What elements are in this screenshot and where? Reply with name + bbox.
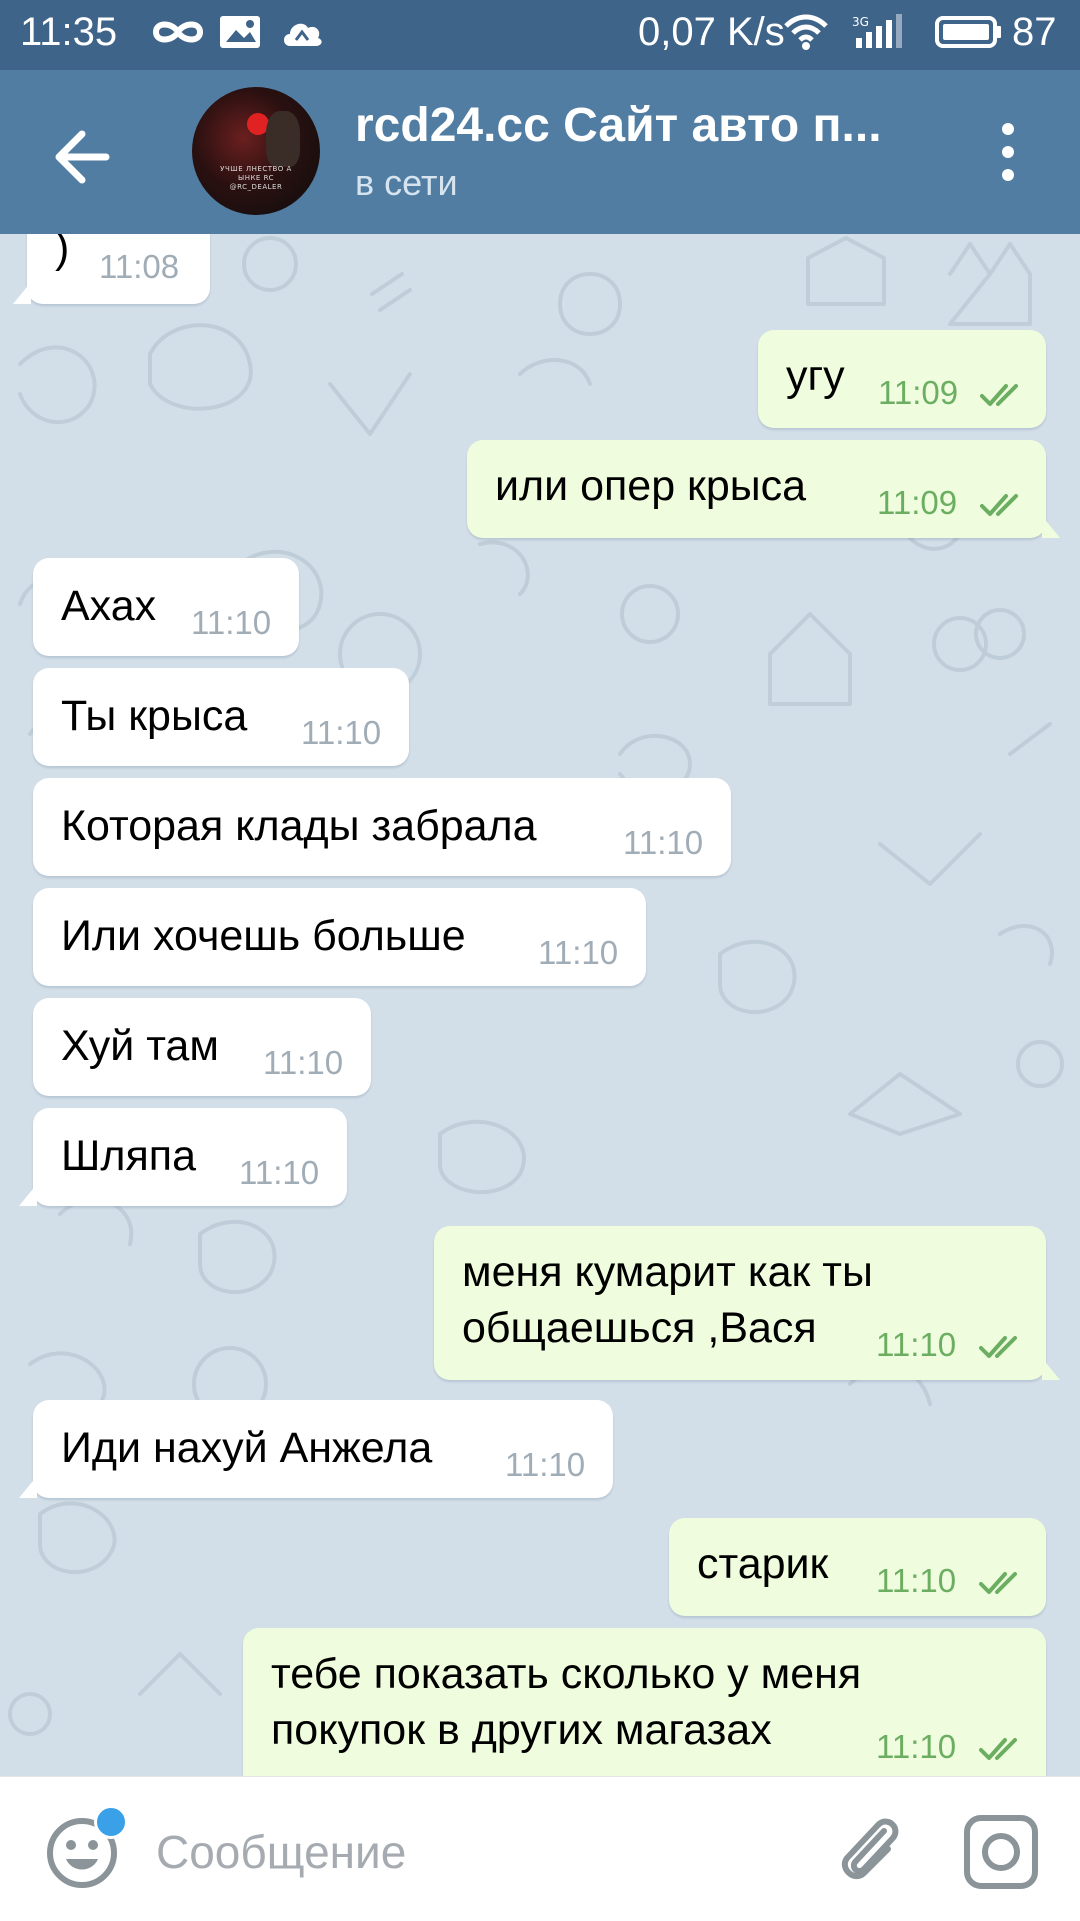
status-bar: 11:35 0,07 K/s 3G 87: [0, 0, 1080, 70]
chat-status: в сети: [355, 162, 458, 203]
avatar[interactable]: УЧШЕ ЛНЕСТВО А ЫНКЕ RC @RC_DEALER: [192, 87, 320, 215]
battery-level: 87: [1012, 10, 1057, 54]
message-time: 11:10: [876, 1562, 957, 1599]
message-input[interactable]: [156, 1817, 786, 1887]
infinity-icon: [152, 21, 204, 43]
double-check-icon: [980, 384, 1018, 406]
double-check-icon: [979, 1738, 1017, 1760]
message-time: 11:08: [99, 248, 180, 285]
message-bubble-incoming[interactable]: Которая клады забрала 11:10: [33, 778, 731, 876]
message-time: 11:10: [505, 1446, 586, 1483]
message-text: Которая клады забрала: [61, 802, 537, 850]
message-list[interactable]: ) 11:08 угу 11:09 или опер крыса 11:09 А…: [0, 234, 1080, 1776]
message-text: Ты крыса: [61, 692, 248, 740]
message-time: 11:09: [878, 374, 959, 411]
message-bubble-outgoing[interactable]: или опер крыса 11:09: [467, 440, 1060, 538]
message-time: 11:10: [623, 824, 704, 861]
message-bubble-incoming[interactable]: Иди нахуй Анжела 11:10: [19, 1400, 613, 1498]
chat-header: УЧШЕ ЛНЕСТВО А ЫНКЕ RC @RC_DEALER rcd24.…: [0, 70, 1080, 234]
message-time: 11:10: [301, 714, 382, 751]
double-check-icon: [979, 1336, 1017, 1358]
message-text: Ахах: [61, 582, 157, 630]
bubble-tail: [19, 1184, 37, 1206]
message-time: 11:09: [877, 484, 958, 521]
camera-icon[interactable]: [962, 1813, 1040, 1891]
message-text: Иди нахуй Анжела: [61, 1424, 433, 1472]
bubble-tail: [1042, 1358, 1060, 1380]
message-text: Хуй там: [61, 1022, 219, 1070]
double-check-icon: [980, 494, 1018, 516]
message-time: 11:10: [263, 1044, 344, 1081]
message-bubble-outgoing[interactable]: меня кумарит как ты общаешься ,Вася 11:1…: [434, 1226, 1060, 1380]
message-text: или опер крыса: [495, 462, 807, 510]
message-bubble-incoming[interactable]: Ахах 11:10: [33, 558, 299, 656]
back-arrow-icon[interactable]: [40, 112, 130, 202]
battery-icon: [935, 16, 1001, 48]
message-bubble-outgoing[interactable]: старик 11:10: [669, 1518, 1046, 1616]
message-text: меня кумарит как ты общаешься ,Вася: [462, 1248, 873, 1352]
double-check-icon: [979, 1572, 1017, 1594]
message-composer: [0, 1776, 1080, 1921]
message-bubble-incoming[interactable]: Ты крыса 11:10: [33, 668, 409, 766]
message-text: угу: [786, 352, 845, 400]
status-time: 11:35: [20, 10, 118, 54]
message-time: 11:10: [191, 604, 272, 641]
wifi-icon: [784, 14, 828, 50]
chat-title[interactable]: rcd24.cc Сайт авто п...: [355, 98, 925, 153]
cloud-icon: [284, 23, 322, 46]
more-vert-icon[interactable]: [990, 117, 1026, 187]
bubble-tail: [13, 282, 31, 304]
network-speed: 0,07 K/s: [638, 10, 785, 54]
message-text: Или хочешь больше: [61, 912, 466, 960]
notification-dot: [94, 1805, 128, 1839]
message-time: 11:10: [876, 1326, 957, 1363]
bubble-tail: [1042, 516, 1060, 538]
svg-text:3G: 3G: [852, 15, 869, 29]
message-text: тебе показать сколько у меня покупок в д…: [271, 1650, 862, 1754]
avatar-face: [266, 111, 300, 167]
message-text: ): [55, 234, 70, 272]
message-bubble-incoming[interactable]: Шляпа 11:10: [19, 1108, 347, 1206]
message-bubble-outgoing[interactable]: угу 11:09: [758, 330, 1046, 428]
signal-icon: 3G: [852, 14, 902, 48]
message-bubble-incoming[interactable]: Хуй там 11:10: [33, 998, 371, 1096]
bubble-tail: [19, 1476, 37, 1498]
gallery-icon: [220, 16, 260, 48]
message-time: 11:10: [239, 1154, 320, 1191]
message-text: Шляпа: [61, 1132, 196, 1180]
message-time: 11:10: [538, 934, 619, 971]
message-time: 11:10: [876, 1728, 957, 1765]
message-text: старик: [697, 1540, 829, 1588]
message-bubble-incoming[interactable]: ) 11:08: [13, 234, 210, 304]
attach-icon[interactable]: [826, 1807, 910, 1891]
message-bubble-incoming[interactable]: Или хочешь больше 11:10: [33, 888, 646, 986]
message-bubble-outgoing[interactable]: тебе показать сколько у меня покупок в д…: [243, 1628, 1046, 1776]
avatar-caption: УЧШЕ ЛНЕСТВО А ЫНКЕ RC @RC_DEALER: [220, 165, 292, 191]
